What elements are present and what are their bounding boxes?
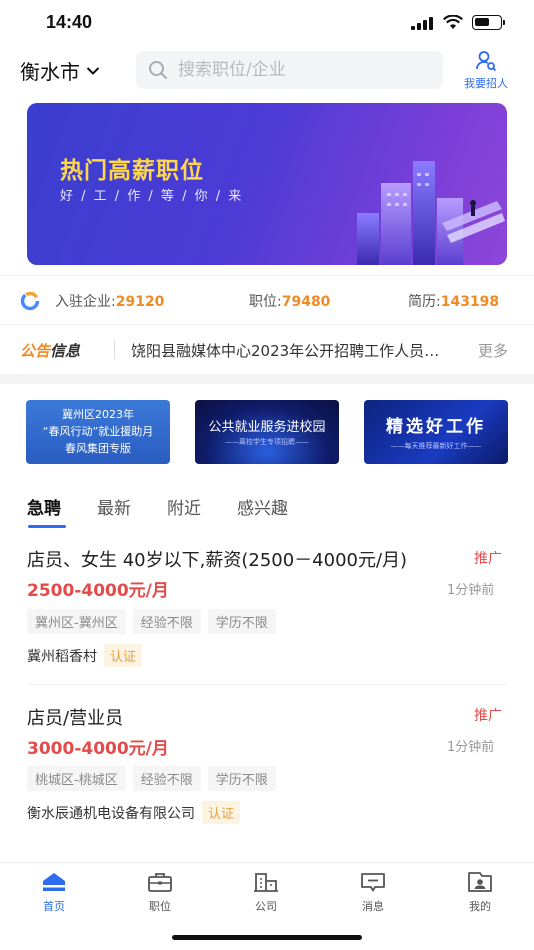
promo-badge: 推广 [474, 708, 502, 724]
cert-badge: 认证 [104, 644, 143, 667]
tag-location: 冀州区-冀州区 [27, 609, 126, 634]
building-icon [254, 873, 278, 892]
company-name: 冀州稻香村 [27, 648, 97, 665]
promo-subtitle: ——每天推荐最新好工作—— [390, 442, 482, 450]
recruit-label: 我要招人 [464, 77, 508, 90]
promo-card-featured[interactable]: 精选好工作 ——每天推荐最新好工作—— [364, 400, 508, 464]
stat-label: 简历: [408, 294, 441, 310]
hero-banner[interactable]: 热门高薪职位 好 / 工 / 作 / 等 / 你 / 来 [27, 103, 507, 265]
promo-line: 冀州区2023年 [62, 408, 134, 421]
stats-bar: 入驻企业:29120 职位:79480 简历:143198 [0, 275, 534, 325]
stat-companies: 入驻企业:29120 [55, 291, 164, 311]
nav-label: 公司 [255, 900, 277, 913]
job-time: 1分钟前 [447, 740, 495, 755]
battery-icon [472, 15, 505, 30]
stat-jobs: 职位:79480 [249, 291, 330, 311]
tag-education: 学历不限 [207, 766, 276, 791]
nav-home[interactable]: 首页 [24, 871, 84, 914]
promo-subtitle: ——离校学生专项招聘—— [225, 438, 309, 446]
tab-latest[interactable]: 最新 [97, 494, 131, 519]
city-name: 衡水市 [20, 60, 80, 84]
stat-value: 79480 [281, 294, 331, 310]
briefcase-icon [148, 873, 172, 892]
signal-icon [411, 17, 433, 30]
home-indicator [172, 935, 362, 940]
search-input[interactable] [178, 60, 418, 80]
profile-icon [468, 872, 492, 892]
tab-urgent[interactable]: 急聘 [27, 494, 61, 519]
stat-label: 入驻企业: [55, 294, 116, 310]
city-selector[interactable]: 衡水市 [20, 56, 100, 85]
promo-badge: 推广 [474, 551, 502, 567]
tag-education: 学历不限 [207, 609, 276, 634]
job-company: 冀州稻香村 认证 [27, 644, 143, 667]
nav-jobs[interactable]: 职位 [130, 871, 190, 914]
banner-title: 热门高薪职位 [60, 158, 204, 184]
notice-more-link[interactable]: 更多 [478, 340, 508, 361]
banner-subtitle: 好 / 工 / 作 / 等 / 你 / 来 [60, 189, 244, 204]
job-tags: 冀州区-冀州区 经验不限 学历不限 [27, 609, 276, 634]
job-card[interactable]: 店员/营业员 推广 3000-4000元/月 1分钟前 桃城区-桃城区 经验不限… [0, 700, 534, 845]
stat-value: 29120 [115, 294, 165, 310]
home-icon [43, 873, 65, 891]
promo-line: “春风行动”就业援助月 [42, 425, 154, 438]
notice-bar[interactable]: 公告信息 饶阳县融媒体中心2023年公开招聘工作人员公告 更多 [0, 326, 534, 374]
recruit-button[interactable]: 我要招人 [456, 50, 516, 91]
search-icon [149, 61, 167, 79]
company-name: 衡水辰通机电设备有限公司 [27, 805, 195, 822]
nav-company[interactable]: 公司 [236, 871, 296, 914]
nav-label: 职位 [149, 900, 171, 913]
job-card[interactable]: 店员、女生 40岁以下,薪资(2500－4000元/月) 推广 2500-400… [0, 540, 534, 685]
notice-divider [114, 341, 115, 359]
message-icon [361, 873, 385, 892]
job-time: 1分钟前 [447, 583, 495, 598]
city-illustration [357, 161, 505, 265]
job-company: 衡水辰通机电设备有限公司 认证 [27, 801, 241, 824]
nav-label: 消息 [362, 900, 384, 913]
header: 衡水市 我要招人 [0, 46, 534, 96]
section-divider [0, 374, 534, 384]
status-time: 14:40 [46, 12, 93, 32]
job-title: 店员/营业员 [27, 708, 124, 729]
job-title: 店员、女生 40岁以下,薪资(2500－4000元/月) [27, 550, 408, 571]
chevron-down-icon [86, 66, 100, 75]
stat-resumes: 简历:143198 [408, 291, 499, 311]
promo-line: 春风集团专版 [65, 442, 131, 455]
notice-badge: 公告信息 [20, 340, 80, 361]
wifi-icon [443, 15, 463, 29]
nav-label: 首页 [43, 900, 65, 913]
tab-nearby[interactable]: 附近 [167, 494, 201, 519]
promo-card-spring[interactable]: 冀州区2023年 “春风行动”就业援助月 春风集团专版 [26, 400, 170, 464]
stat-value: 143198 [440, 294, 500, 310]
notice-badge-b: 信息 [50, 342, 81, 360]
divider [27, 684, 507, 685]
job-tabs: 急聘 最新 附近 感兴趣 [0, 490, 534, 530]
notice-badge-a: 公告 [20, 342, 51, 360]
job-salary: 2500-4000元/月 [27, 581, 169, 601]
job-salary: 3000-4000元/月 [27, 739, 169, 759]
tab-interest[interactable]: 感兴趣 [237, 494, 288, 519]
notice-text[interactable]: 饶阳县融媒体中心2023年公开招聘工作人员公告 [131, 340, 441, 361]
promo-card-campus[interactable]: 公共就业服务进校园 ——离校学生专项招聘—— [195, 400, 339, 464]
status-bar: 14:40 [0, 0, 534, 46]
user-search-icon [476, 51, 497, 72]
nav-messages[interactable]: 消息 [343, 871, 403, 914]
stat-label: 职位: [249, 294, 282, 310]
tab-underline [28, 525, 66, 528]
tag-location: 桃城区-桃城区 [27, 766, 126, 791]
tag-experience: 经验不限 [132, 766, 201, 791]
stats-ring-icon [20, 291, 40, 311]
cert-badge: 认证 [202, 801, 241, 824]
nav-label: 我的 [469, 900, 491, 913]
job-tags: 桃城区-桃城区 经验不限 学历不限 [27, 766, 276, 791]
nav-profile[interactable]: 我的 [450, 871, 510, 914]
promo-title: 公共就业服务进校园 [208, 420, 326, 435]
tag-experience: 经验不限 [132, 609, 201, 634]
search-bar[interactable] [136, 51, 443, 89]
promo-title: 精选好工作 [386, 417, 486, 437]
